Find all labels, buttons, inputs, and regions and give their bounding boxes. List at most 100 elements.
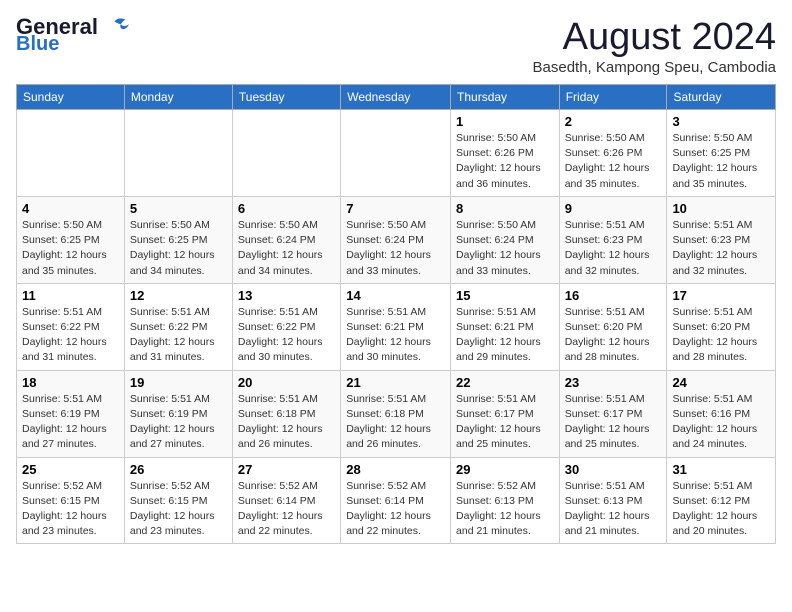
day-info: Sunrise: 5:51 AM Sunset: 6:19 PM Dayligh… bbox=[130, 392, 227, 453]
calendar-cell: 17 Sunrise: 5:51 AM Sunset: 6:20 PM Dayli… bbox=[667, 283, 776, 370]
day-info: Sunrise: 5:51 AM Sunset: 6:20 PM Dayligh… bbox=[672, 305, 770, 366]
calendar-cell: 16Sunrise: 5:51 AM Sunset: 6:20 PM Dayli… bbox=[559, 283, 667, 370]
week-row-3: 11Sunrise: 5:51 AM Sunset: 6:22 PM Dayli… bbox=[17, 283, 776, 370]
calendar-cell bbox=[17, 110, 125, 197]
day-number: 12 bbox=[130, 288, 227, 303]
day-info: Sunrise: 5:50 AM Sunset: 6:24 PM Dayligh… bbox=[238, 218, 335, 279]
day-number: 8 bbox=[456, 201, 554, 216]
day-info: Sunrise: 5:51 AM Sunset: 6:17 PM Dayligh… bbox=[456, 392, 554, 453]
calendar-cell: 9Sunrise: 5:51 AM Sunset: 6:23 PM Daylig… bbox=[559, 196, 667, 283]
day-info: Sunrise: 5:51 AM Sunset: 6:20 PM Dayligh… bbox=[565, 305, 662, 366]
calendar-cell: 28 Sunrise: 5:52 AM Sunset: 6:14 PM Dayli… bbox=[341, 457, 451, 544]
day-info: Sunrise: 5:52 AM Sunset: 6:13 PM Dayligh… bbox=[456, 479, 554, 540]
calendar-cell: 25 Sunrise: 5:52 AM Sunset: 6:15 PM Dayli… bbox=[17, 457, 125, 544]
calendar-cell bbox=[124, 110, 232, 197]
day-info: Sunrise: 5:51 AM Sunset: 6:18 PM Dayligh… bbox=[238, 392, 335, 453]
calendar-cell: 2 Sunrise: 5:50 AM Sunset: 6:26 PM Daylig… bbox=[559, 110, 667, 197]
week-row-5: 25 Sunrise: 5:52 AM Sunset: 6:15 PM Dayli… bbox=[17, 457, 776, 544]
calendar-cell bbox=[232, 110, 340, 197]
calendar-cell: 22 Sunrise: 5:51 AM Sunset: 6:17 PM Dayli… bbox=[451, 370, 560, 457]
day-info: Sunrise: 5:51 AM Sunset: 6:16 PM Dayligh… bbox=[672, 392, 770, 453]
day-number: 1 bbox=[456, 114, 554, 129]
day-number: 31 bbox=[672, 462, 770, 477]
day-info: Sunrise: 5:50 AM Sunset: 6:24 PM Dayligh… bbox=[346, 218, 445, 279]
weekday-wednesday: Wednesday bbox=[341, 85, 451, 110]
calendar-cell: 30 Sunrise: 5:51 AM Sunset: 6:13 PM Dayli… bbox=[559, 457, 667, 544]
day-number: 28 bbox=[346, 462, 445, 477]
calendar-cell: 8 Sunrise: 5:50 AM Sunset: 6:24 PM Daylig… bbox=[451, 196, 560, 283]
day-info: Sunrise: 5:50 AM Sunset: 6:26 PM Dayligh… bbox=[565, 131, 662, 192]
calendar-cell: 7 Sunrise: 5:50 AM Sunset: 6:24 PM Daylig… bbox=[341, 196, 451, 283]
day-info: Sunrise: 5:52 AM Sunset: 6:14 PM Dayligh… bbox=[346, 479, 445, 540]
day-info: Sunrise: 5:51 AM Sunset: 6:22 PM Dayligh… bbox=[22, 305, 119, 366]
calendar-cell: 6 Sunrise: 5:50 AM Sunset: 6:24 PM Daylig… bbox=[232, 196, 340, 283]
calendar-cell: 5 Sunrise: 5:50 AM Sunset: 6:25 PM Daylig… bbox=[124, 196, 232, 283]
logo-blue-text: Blue bbox=[16, 34, 59, 54]
calendar-cell: 20 Sunrise: 5:51 AM Sunset: 6:18 PM Dayli… bbox=[232, 370, 340, 457]
weekday-tuesday: Tuesday bbox=[232, 85, 340, 110]
logo: General Blue bbox=[16, 16, 132, 54]
weekday-monday: Monday bbox=[124, 85, 232, 110]
calendar-cell: 31 Sunrise: 5:51 AM Sunset: 6:12 PM Dayli… bbox=[667, 457, 776, 544]
weekday-header-row: SundayMondayTuesdayWednesdayThursdayFrid… bbox=[17, 85, 776, 110]
day-info: Sunrise: 5:51 AM Sunset: 6:21 PM Dayligh… bbox=[346, 305, 445, 366]
calendar-cell: 1Sunrise: 5:50 AM Sunset: 6:26 PM Daylig… bbox=[451, 110, 560, 197]
calendar-cell: 27Sunrise: 5:52 AM Sunset: 6:14 PM Dayli… bbox=[232, 457, 340, 544]
day-number: 30 bbox=[565, 462, 662, 477]
calendar-cell: 23 Sunrise: 5:51 AM Sunset: 6:17 PM Dayli… bbox=[559, 370, 667, 457]
day-info: Sunrise: 5:51 AM Sunset: 6:22 PM Dayligh… bbox=[238, 305, 335, 366]
day-info: Sunrise: 5:51 AM Sunset: 6:17 PM Dayligh… bbox=[565, 392, 662, 453]
calendar-table: SundayMondayTuesdayWednesdayThursdayFrid… bbox=[16, 84, 776, 544]
calendar-cell: 18 Sunrise: 5:51 AM Sunset: 6:19 PM Dayli… bbox=[17, 370, 125, 457]
day-info: Sunrise: 5:52 AM Sunset: 6:14 PM Dayligh… bbox=[238, 479, 335, 540]
day-info: Sunrise: 5:50 AM Sunset: 6:25 PM Dayligh… bbox=[22, 218, 119, 279]
day-info: Sunrise: 5:51 AM Sunset: 6:18 PM Dayligh… bbox=[346, 392, 445, 453]
day-number: 29 bbox=[456, 462, 554, 477]
calendar-cell: 11Sunrise: 5:51 AM Sunset: 6:22 PM Dayli… bbox=[17, 283, 125, 370]
calendar-cell: 10 Sunrise: 5:51 AM Sunset: 6:23 PM Dayli… bbox=[667, 196, 776, 283]
day-info: Sunrise: 5:50 AM Sunset: 6:25 PM Dayligh… bbox=[672, 131, 770, 192]
week-row-2: 4Sunrise: 5:50 AM Sunset: 6:25 PM Daylig… bbox=[17, 196, 776, 283]
day-info: Sunrise: 5:50 AM Sunset: 6:24 PM Dayligh… bbox=[456, 218, 554, 279]
day-number: 10 bbox=[672, 201, 770, 216]
day-number: 2 bbox=[565, 114, 662, 129]
day-number: 7 bbox=[346, 201, 445, 216]
day-number: 21 bbox=[346, 375, 445, 390]
weekday-sunday: Sunday bbox=[17, 85, 125, 110]
calendar-cell: 19 Sunrise: 5:51 AM Sunset: 6:19 PM Dayli… bbox=[124, 370, 232, 457]
day-number: 20 bbox=[238, 375, 335, 390]
calendar-cell: 4Sunrise: 5:50 AM Sunset: 6:25 PM Daylig… bbox=[17, 196, 125, 283]
day-info: Sunrise: 5:50 AM Sunset: 6:25 PM Dayligh… bbox=[130, 218, 227, 279]
calendar-cell: 14 Sunrise: 5:51 AM Sunset: 6:21 PM Dayli… bbox=[341, 283, 451, 370]
day-number: 14 bbox=[346, 288, 445, 303]
day-info: Sunrise: 5:51 AM Sunset: 6:22 PM Dayligh… bbox=[130, 305, 227, 366]
day-info: Sunrise: 5:51 AM Sunset: 6:13 PM Dayligh… bbox=[565, 479, 662, 540]
calendar-cell: 3 Sunrise: 5:50 AM Sunset: 6:25 PM Daylig… bbox=[667, 110, 776, 197]
day-number: 5 bbox=[130, 201, 227, 216]
calendar-cell bbox=[341, 110, 451, 197]
day-number: 25 bbox=[22, 462, 119, 477]
logo-bird-icon bbox=[100, 16, 132, 36]
day-number: 18 bbox=[22, 375, 119, 390]
day-number: 6 bbox=[238, 201, 335, 216]
day-info: Sunrise: 5:51 AM Sunset: 6:19 PM Dayligh… bbox=[22, 392, 119, 453]
calendar-cell: 26Sunrise: 5:52 AM Sunset: 6:15 PM Dayli… bbox=[124, 457, 232, 544]
day-number: 23 bbox=[565, 375, 662, 390]
day-number: 17 bbox=[672, 288, 770, 303]
day-number: 3 bbox=[672, 114, 770, 129]
title-block: August 2024 Basedth, Kampong Speu, Cambo… bbox=[533, 16, 777, 76]
day-info: Sunrise: 5:51 AM Sunset: 6:23 PM Dayligh… bbox=[565, 218, 662, 279]
location-subtitle: Basedth, Kampong Speu, Cambodia bbox=[533, 59, 777, 76]
day-info: Sunrise: 5:51 AM Sunset: 6:12 PM Dayligh… bbox=[672, 479, 770, 540]
day-number: 22 bbox=[456, 375, 554, 390]
page-header: General Blue August 2024 Basedth, Kampon… bbox=[16, 16, 776, 76]
day-number: 19 bbox=[130, 375, 227, 390]
day-info: Sunrise: 5:51 AM Sunset: 6:23 PM Dayligh… bbox=[672, 218, 770, 279]
calendar-cell: 15Sunrise: 5:51 AM Sunset: 6:21 PM Dayli… bbox=[451, 283, 560, 370]
day-info: Sunrise: 5:51 AM Sunset: 6:21 PM Dayligh… bbox=[456, 305, 554, 366]
week-row-1: 1 Sunrise: 5:50 AM Sunset: 6:26 PM Daylig… bbox=[17, 110, 776, 197]
calendar-cell: 21 Sunrise: 5:51 AM Sunset: 6:18 PM Dayli… bbox=[341, 370, 451, 457]
day-number: 13 bbox=[238, 288, 335, 303]
day-number: 26 bbox=[130, 462, 227, 477]
day-info: Sunrise: 5:52 AM Sunset: 6:15 PM Dayligh… bbox=[22, 479, 119, 540]
